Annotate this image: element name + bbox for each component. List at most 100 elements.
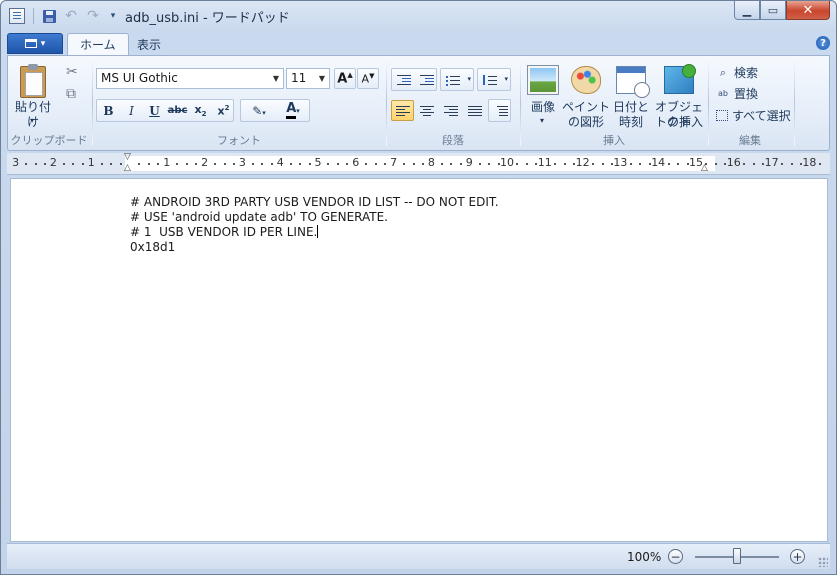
replace-button[interactable]: ab 置換 xyxy=(716,85,758,102)
ruler-number: 11 xyxy=(537,156,552,169)
align-right-button[interactable] xyxy=(439,100,462,121)
decrease-indent-button[interactable] xyxy=(392,69,415,90)
ruler-tick xyxy=(667,163,670,165)
shrink-font-button[interactable]: A▼ xyxy=(357,68,379,89)
find-label: 検索 xyxy=(734,66,759,80)
save-button[interactable] xyxy=(39,7,59,25)
copy-icon[interactable]: ⧉ xyxy=(66,86,76,102)
ruler-tick xyxy=(705,163,708,165)
customize-quick-access-button[interactable]: ▾ xyxy=(103,7,123,25)
chevron-down-icon: ▾ xyxy=(540,116,545,125)
tab-view[interactable]: 表示 xyxy=(125,33,173,55)
ruler-tick xyxy=(724,163,727,165)
title-bar: ↶ ↷ ▾ adb_usb.ini - ワードパッド ▁ ▭ ✕ xyxy=(1,1,836,31)
strikethrough-button[interactable]: abc xyxy=(166,100,189,121)
highlighter-icon: ✎▾ xyxy=(252,103,266,118)
find-button[interactable]: ⌕ 検索 xyxy=(716,64,758,81)
left-indent-marker[interactable]: △ xyxy=(124,163,131,173)
ruler-number: 2 xyxy=(49,156,57,169)
clipboard-group-label: クリップボード xyxy=(10,134,88,147)
undo-button[interactable]: ↶ xyxy=(61,7,81,25)
subscript-button[interactable]: x2 xyxy=(189,100,212,121)
zoom-in-button[interactable]: + xyxy=(790,549,805,564)
highlight-color-button[interactable]: ✎▾ xyxy=(243,100,275,121)
document-line: # ANDROID 3RD PARTY USB VENDOR ID LIST -… xyxy=(130,195,499,209)
strikethrough-icon: abc xyxy=(167,105,188,116)
menu-icon xyxy=(24,39,37,48)
grow-font-icon: A▲ xyxy=(337,70,353,87)
justify-button[interactable] xyxy=(463,100,486,121)
line-spacing-button[interactable]: ▾ xyxy=(477,68,511,91)
ruler-tick xyxy=(601,163,604,165)
paste-button[interactable]: 貼り付け ▾ xyxy=(10,60,56,130)
select-all-label: すべて選択 xyxy=(732,109,791,123)
paint-drawing-button[interactable]: ペイント の図形 xyxy=(562,58,611,130)
zoom-out-button[interactable]: − xyxy=(668,549,683,564)
subscript-icon: x2 xyxy=(194,102,207,119)
maximize-button[interactable]: ▭ xyxy=(760,1,786,20)
align-center-button[interactable] xyxy=(415,100,438,121)
ruler-tick xyxy=(365,163,368,165)
bullets-button[interactable]: ▾ xyxy=(440,68,474,91)
font-size-combo[interactable]: 11 ▼ xyxy=(286,68,330,89)
justify-icon xyxy=(467,105,482,116)
binoculars-icon: ⌕ xyxy=(719,65,727,79)
ruler-tick xyxy=(686,163,689,165)
ruler-number: 1 xyxy=(87,156,95,169)
ruler-tick xyxy=(403,163,406,165)
group-divider xyxy=(92,60,93,146)
document-line: # USE 'android update adb' TO GENERATE. xyxy=(130,210,388,224)
font-size-value: 11 xyxy=(291,71,307,85)
datetime-label-line2: 時刻 xyxy=(618,115,643,129)
font-color-button[interactable]: A ▾ xyxy=(277,100,309,121)
ruler-tick xyxy=(592,163,595,165)
tab-home[interactable]: ホーム xyxy=(67,33,129,55)
paragraph-dialog-button[interactable] xyxy=(488,99,511,122)
insert-picture-button[interactable]: 画像 ▾ xyxy=(524,58,562,130)
ruler-tick xyxy=(818,163,821,165)
increase-indent-button[interactable] xyxy=(415,69,438,90)
document-text[interactable]: # ANDROID 3RD PARTY USB VENDOR ID LIST -… xyxy=(130,195,499,255)
superscript-button[interactable]: x2 xyxy=(212,100,235,121)
object-label-line2: トの挿入 xyxy=(654,115,703,129)
ruler-tick xyxy=(34,163,37,165)
ruler-tick xyxy=(799,163,802,165)
redo-button[interactable]: ↷ xyxy=(83,7,103,25)
grow-font-button[interactable]: A▲ xyxy=(334,68,356,89)
close-icon: ✕ xyxy=(802,2,814,18)
font-family-value: MS UI Gothic xyxy=(101,71,178,85)
minimize-button[interactable]: ▁ xyxy=(734,1,760,20)
close-button[interactable]: ✕ xyxy=(786,1,830,20)
insert-datetime-button[interactable]: 日付と 時刻 xyxy=(610,58,652,130)
select-all-button[interactable]: すべて選択 xyxy=(716,107,791,124)
ruler-tick xyxy=(308,163,311,165)
cut-icon[interactable]: ✂ xyxy=(66,64,78,80)
wordpad-app-icon[interactable] xyxy=(9,8,25,24)
ruler-tick xyxy=(374,163,377,165)
paint-label-line1: ペイント xyxy=(562,100,611,114)
ruler[interactable]: ▽ △ △ 3 2 1 1 2 3 4 5 6 7 8 9 10 11 12 13 14 15 16 17 18 xyxy=(7,152,830,175)
help-button[interactable]: ? xyxy=(816,36,830,50)
application-menu-button[interactable]: ▾ xyxy=(7,33,63,54)
document-line: 0x18d1 xyxy=(130,240,176,254)
align-left-icon xyxy=(395,105,410,116)
ruler-tick xyxy=(478,163,481,165)
ruler-tick xyxy=(81,163,84,165)
minimize-icon: ▁ xyxy=(742,3,752,17)
document-area[interactable]: # ANDROID 3RD PARTY USB VENDOR ID LIST -… xyxy=(10,178,828,542)
ruler-tick xyxy=(440,163,443,165)
window-controls: ▁ ▭ ✕ xyxy=(734,1,830,20)
resize-grip[interactable] xyxy=(818,557,828,567)
ruler-number: 4 xyxy=(276,156,284,169)
font-family-combo[interactable]: MS UI Gothic ▼ xyxy=(96,68,284,89)
help-icon: ? xyxy=(820,37,826,49)
underline-button[interactable]: U xyxy=(143,100,166,121)
italic-button[interactable]: I xyxy=(120,100,143,121)
first-line-indent-marker[interactable]: ▽ xyxy=(124,152,131,162)
bold-button[interactable]: B xyxy=(97,100,120,121)
insert-object-button[interactable]: オブジェクト トの挿入 xyxy=(654,58,704,130)
zoom-slider-thumb[interactable] xyxy=(733,548,741,564)
ruler-tick xyxy=(176,163,179,165)
ruler-tick xyxy=(412,163,415,165)
align-left-button[interactable] xyxy=(391,100,414,121)
